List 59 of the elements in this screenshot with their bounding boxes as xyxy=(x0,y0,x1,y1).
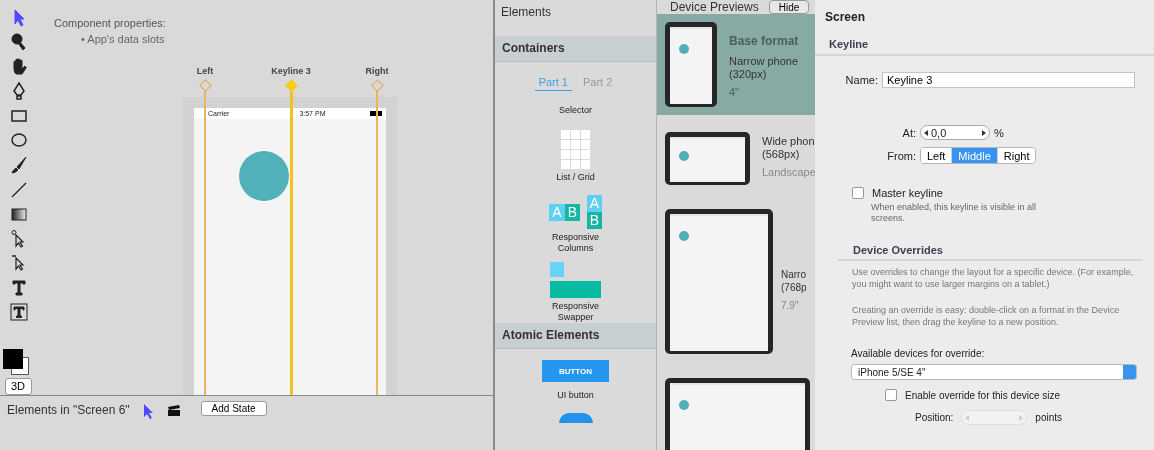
text-tool-icon[interactable] xyxy=(9,277,29,298)
element-label: List / Grid xyxy=(555,172,596,183)
device-name: Narro xyxy=(781,268,807,281)
overrides-description: Use overrides to change the layout for a specific device. (For example, you might want to use larger margins on a tablet.) xyxy=(852,267,1135,290)
enable-override-checkbox[interactable] xyxy=(885,389,897,401)
name-field[interactable]: Keyline 3 xyxy=(882,72,1135,88)
text-box-tool-icon[interactable] xyxy=(9,302,29,322)
element-label: Responsive Columns xyxy=(551,232,600,254)
device-width: (568px) xyxy=(762,148,801,161)
percent-unit: % xyxy=(994,126,1004,139)
name-label: Name: xyxy=(844,74,878,86)
hide-button[interactable]: Hide xyxy=(769,0,809,14)
keyline-handle[interactable] xyxy=(284,79,298,92)
clapperboard-icon[interactable] xyxy=(166,403,181,417)
keyline-section-header: Keyline xyxy=(815,24,1154,56)
elements-panel-title: Elements xyxy=(500,4,553,21)
points-unit: points xyxy=(1035,412,1063,423)
at-stepper-field[interactable]: 0,0 xyxy=(920,125,990,140)
add-state-button[interactable]: Add State xyxy=(200,400,267,416)
section-header: Atomic Elements xyxy=(495,323,656,349)
position-label: Position: xyxy=(915,412,954,423)
arrow-tool-icon[interactable] xyxy=(141,402,154,419)
device-width: (768p xyxy=(781,281,807,294)
device-name: Wide phon xyxy=(762,135,815,148)
device-preview-item[interactable]: Narro (768p 7.9" xyxy=(657,201,815,362)
device-note: 7.9" xyxy=(781,299,800,312)
device-width: (320px) xyxy=(729,68,768,81)
master-keyline-checkbox[interactable] xyxy=(852,187,864,199)
master-keyline-hint: When enabled, this keyline is visible in all screens. xyxy=(870,201,1038,224)
device-previews-title: Device Previews xyxy=(670,0,759,14)
brush-tool-icon[interactable] xyxy=(9,155,29,175)
device-name: Narrow phone xyxy=(729,55,799,68)
element-label: UI button xyxy=(556,390,595,401)
keyline-label: Keyline 3 xyxy=(271,66,311,78)
elements-in-screen-label: Elements in "Screen 6" xyxy=(7,402,130,417)
device-note: Landscape xyxy=(762,166,815,179)
master-keyline-label: Master keyline xyxy=(872,187,943,199)
keyline-label: Left xyxy=(196,66,214,78)
device-select[interactable]: iPhone 5/SE 4" xyxy=(851,364,1137,380)
device-format-title: Base format xyxy=(729,35,799,48)
device-preview-item[interactable]: Wide phon (568px) Landscape xyxy=(657,124,815,193)
overrides-description: Creating an override is easy: double-click on a format in the Device Preview list, then drag the keyline to a new position. xyxy=(852,305,1121,328)
properties-bullet-item: • App's data slots xyxy=(80,33,166,45)
color-swatches-icon[interactable] xyxy=(3,348,31,377)
device-note: 4" xyxy=(729,86,741,99)
component-properties-heading: Component properties: xyxy=(54,17,167,29)
at-label: At: xyxy=(901,126,916,139)
device-preview-item[interactable]: Base format Narrow phone (320px) 4" xyxy=(657,14,815,115)
from-segment[interactable]: Left xyxy=(921,148,953,163)
3d-mode-button[interactable]: 3D xyxy=(4,377,32,395)
available-devices-label: Available devices for override: xyxy=(851,348,986,359)
inspector-title: Screen xyxy=(824,9,867,24)
enable-override-label: Enable override for this device size xyxy=(905,389,1061,401)
section-header: Containers xyxy=(495,36,656,62)
device-overrides-header: Device Overrides xyxy=(838,244,1143,261)
from-label: From: xyxy=(886,149,916,162)
element-label: Selector xyxy=(558,105,593,116)
keyline-label: Right xyxy=(365,66,389,78)
element-label: Responsive Swapper xyxy=(551,301,600,323)
